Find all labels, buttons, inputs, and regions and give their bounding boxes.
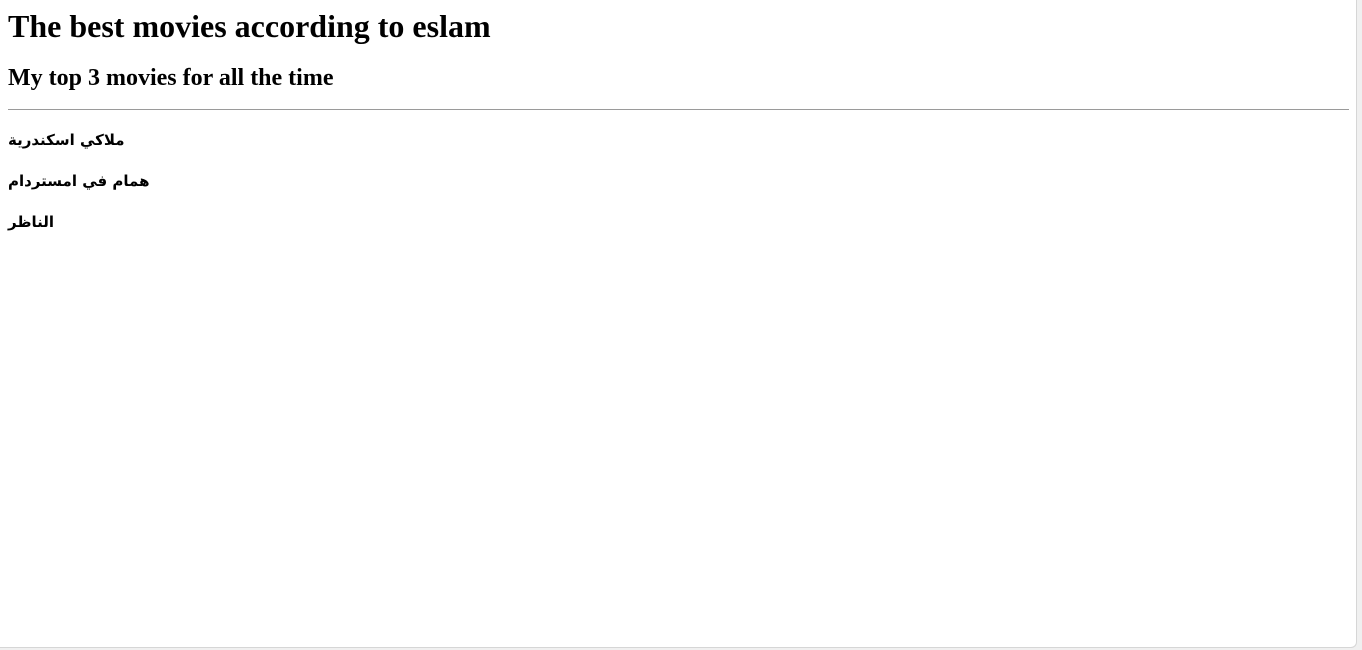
movie-item: همام في امستردام xyxy=(8,172,150,190)
page-viewport: The best movies according to eslam My to… xyxy=(0,0,1357,648)
page-content: The best movies according to eslam My to… xyxy=(0,0,1356,232)
movie-item: الناظر xyxy=(8,213,54,231)
movie-item: ملاكي اسكندرية xyxy=(8,131,125,149)
divider xyxy=(8,109,1349,110)
movie-list: ملاكي اسكندرية همام في امستردام الناظر xyxy=(8,130,1348,232)
page-title: The best movies according to eslam xyxy=(8,8,491,44)
page-subtitle: My top 3 movies for all the time xyxy=(8,65,334,91)
